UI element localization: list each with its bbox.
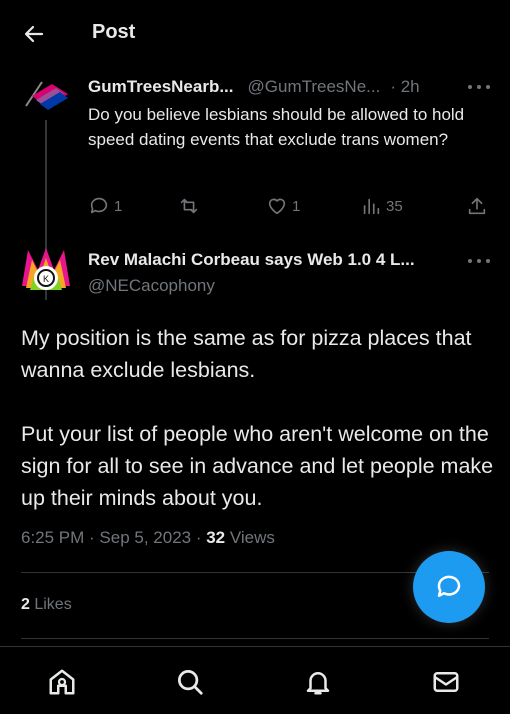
likes-label: Likes (29, 596, 72, 613)
author-avatar[interactable]: K (20, 246, 72, 298)
share-button[interactable] (466, 192, 488, 220)
reply-icon (90, 197, 108, 214)
divider (21, 638, 489, 639)
svg-text:K: K (43, 274, 49, 284)
back-button[interactable] (20, 20, 48, 48)
home-icon (49, 669, 75, 695)
post-timestamp[interactable]: 6:25 PM · Sep 5, 2023 · (21, 528, 206, 547)
heart-icon (268, 198, 286, 215)
dot-icon (486, 85, 490, 89)
parent-reply-post[interactable]: GumTreesNearb... @GumTreesNe... · 2h Do … (0, 66, 510, 300)
compose-reply-button[interactable] (413, 551, 485, 623)
reply-header: GumTreesNearb... @GumTreesNe... · 2h (88, 76, 490, 98)
messages-icon (433, 672, 459, 692)
arrow-left-icon (24, 25, 44, 43)
nav-notifications[interactable] (301, 665, 335, 699)
flag-avatar[interactable] (22, 76, 68, 116)
reply-display-name[interactable]: GumTreesNearb... (88, 77, 234, 97)
reply-time[interactable]: · 2h (390, 77, 419, 97)
notifications-icon (306, 672, 330, 695)
nav-search[interactable] (173, 665, 207, 699)
post-views-count: 32 (206, 528, 226, 547)
reply-count: 1 (114, 197, 123, 215)
reply-text: Do you believe lesbians should be allowe… (88, 105, 465, 149)
retweet-button[interactable] (178, 192, 204, 220)
post-text: My position is the same as for pizza pla… (21, 322, 496, 546)
dot-icon (468, 85, 472, 89)
page-title: Post (92, 21, 136, 43)
reply-handle[interactable]: @GumTreesNe... (248, 77, 381, 97)
like-button[interactable]: 1 (266, 192, 300, 220)
retweet-icon (180, 198, 198, 214)
bottom-navigation (0, 646, 510, 714)
post-paragraph: Put your list of people who aren't welco… (21, 422, 494, 510)
like-count: 1 (292, 197, 301, 215)
views-bar-icon (363, 198, 380, 215)
dot-icon (477, 85, 481, 89)
views-button[interactable]: 35 (360, 192, 403, 220)
reply-button[interactable]: 1 (88, 192, 122, 220)
post-more-button[interactable] (468, 252, 490, 270)
share-icon (468, 197, 486, 215)
author-display-name[interactable]: Rev Malachi Corbeau says Web 1.0 4 L... (88, 250, 415, 270)
post-meta: 6:25 PM · Sep 5, 2023 · 32 Views (21, 528, 275, 548)
dot-icon (468, 259, 472, 263)
post-paragraph: My position is the same as for pizza pla… (21, 326, 472, 382)
reply-more-button[interactable] (468, 78, 490, 96)
views-count: 35 (386, 197, 403, 215)
dot-icon (486, 259, 490, 263)
likes-summary[interactable]: 2 Likes (21, 596, 72, 614)
likes-count: 2 (21, 596, 30, 613)
nav-home[interactable] (45, 665, 79, 699)
post-views-label: Views (225, 528, 275, 547)
compose-reply-icon (437, 575, 461, 597)
nav-messages[interactable] (429, 665, 463, 699)
top-bar: Post (0, 0, 510, 66)
reply-actions: 1 1 35 (88, 192, 488, 220)
author-handle[interactable]: @NECacophony (88, 276, 215, 296)
dot-icon (477, 259, 481, 263)
search-icon (178, 670, 203, 695)
